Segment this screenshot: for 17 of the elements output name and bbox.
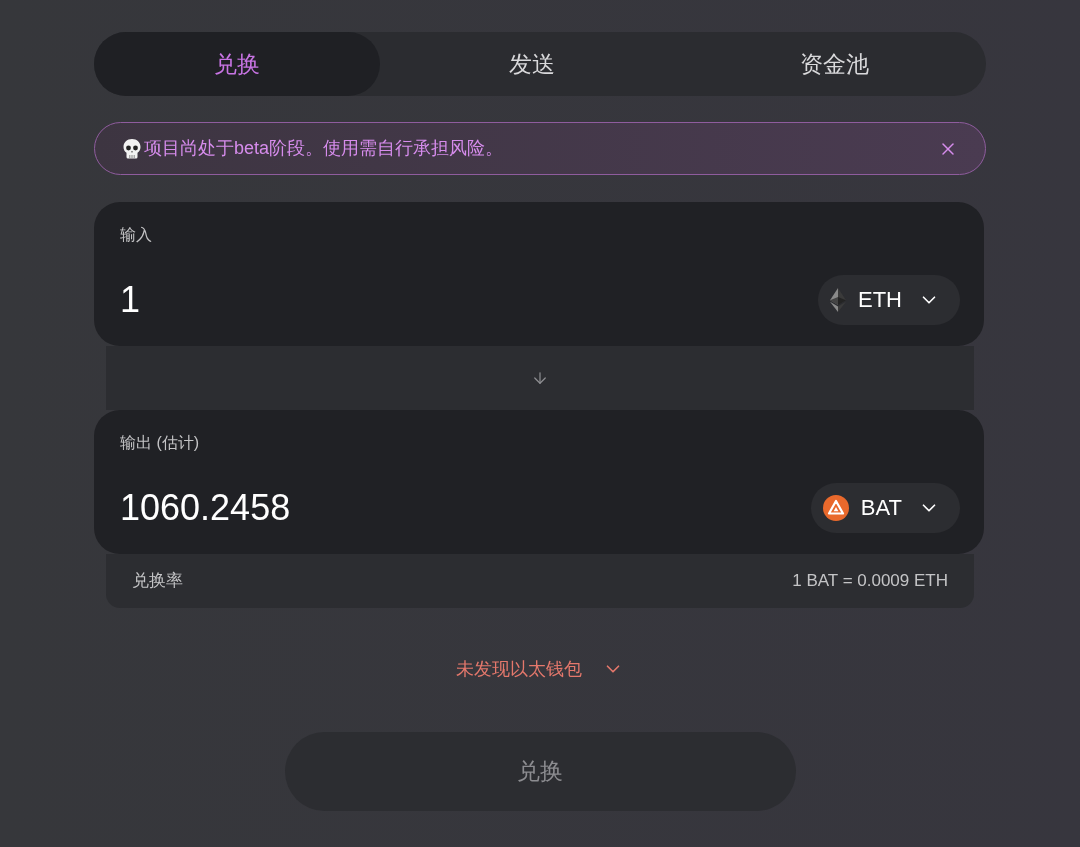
- amount-input[interactable]: 1: [120, 278, 680, 322]
- tab[interactable]: 资金池: [683, 32, 986, 96]
- wallet-warning-link[interactable]: 未发现以太钱包: [456, 656, 624, 682]
- skull-icon: [122, 137, 142, 160]
- token-select-button[interactable]: ETH: [818, 275, 960, 325]
- amount-input[interactable]: 1060.2458: [120, 486, 680, 530]
- arrow-down-icon: [531, 369, 549, 387]
- tab[interactable]: 发送: [380, 32, 683, 96]
- field-label: 输入: [120, 225, 153, 245]
- rate-value: 1 BAT = 0.0009 ETH: [792, 570, 948, 593]
- tab[interactable]: 兑换: [94, 32, 380, 96]
- field-label: 输出 (估计): [120, 433, 201, 453]
- token-select-button[interactable]: BAT: [810, 483, 960, 533]
- banner-text: 项目尚处于beta阶段。使用需自行承担风险。: [144, 137, 505, 160]
- ethereum-diamond-icon: [830, 288, 846, 312]
- rate-label: 兑换率: [132, 570, 183, 593]
- triangle-logo-icon: [822, 495, 849, 521]
